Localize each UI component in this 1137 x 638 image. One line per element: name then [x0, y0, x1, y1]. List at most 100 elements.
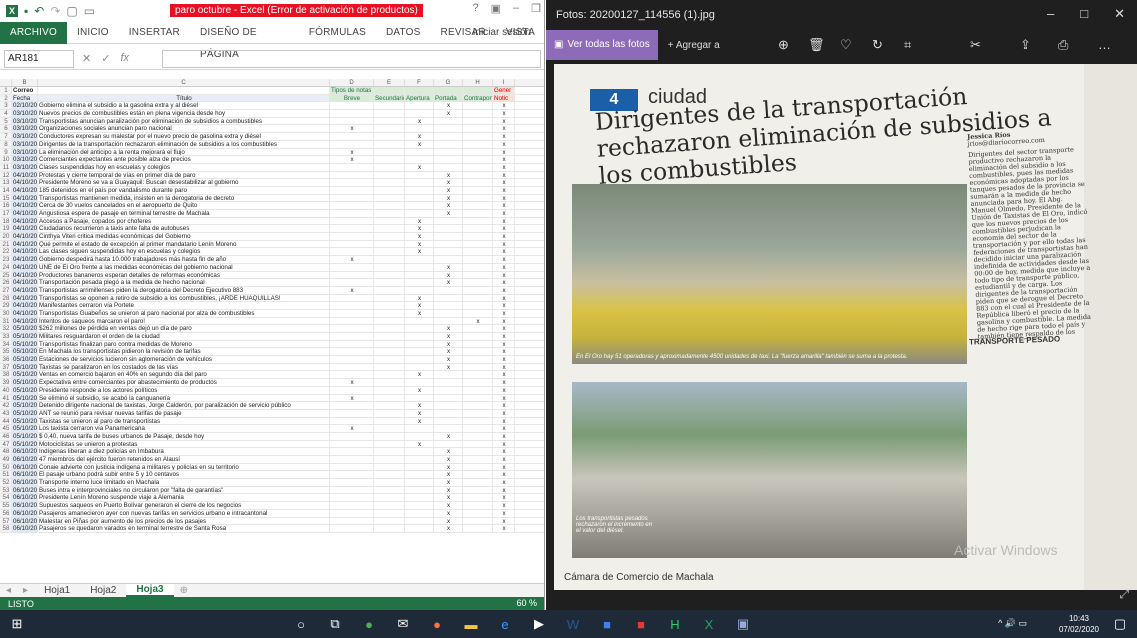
cell[interactable]: x: [405, 233, 434, 240]
cell[interactable]: [463, 509, 493, 517]
row-number[interactable]: 54: [0, 494, 12, 502]
cell[interactable]: x: [493, 302, 515, 309]
cell[interactable]: Ventas en comercio bajaron en 40% en seg…: [38, 371, 330, 379]
cell[interactable]: [374, 233, 405, 240]
cell[interactable]: x: [493, 248, 515, 256]
row-number[interactable]: 42: [0, 402, 12, 409]
cell[interactable]: 06/10/2019: [12, 471, 38, 479]
cell[interactable]: x: [493, 471, 515, 479]
cell[interactable]: x: [493, 409, 515, 417]
cell[interactable]: Pasajeros se quedaron varados en termina…: [38, 525, 330, 532]
cell[interactable]: [330, 448, 374, 455]
cell[interactable]: [463, 386, 493, 394]
cell[interactable]: x: [405, 225, 434, 233]
cell[interactable]: x: [434, 271, 463, 279]
cell[interactable]: [463, 240, 493, 248]
row-number[interactable]: 34: [0, 340, 12, 348]
cell[interactable]: [330, 432, 374, 440]
cell[interactable]: 05/10/2019: [12, 425, 38, 432]
cell[interactable]: [374, 517, 405, 525]
cell[interactable]: 04/10/2019: [12, 210, 38, 217]
cell[interactable]: [463, 479, 493, 486]
cell[interactable]: x: [493, 356, 515, 363]
cell[interactable]: Comerciantes expectantes ante posible al…: [38, 156, 330, 163]
cell[interactable]: Presidente Moreno se va a Guayaquil: Bus…: [38, 179, 330, 186]
cell[interactable]: [330, 502, 374, 509]
row-number[interactable]: 21: [0, 240, 12, 248]
cell[interactable]: [330, 225, 374, 233]
cell[interactable]: 06/10/2019: [12, 479, 38, 486]
cell[interactable]: [405, 286, 434, 294]
cell[interactable]: x: [493, 502, 515, 509]
row-number[interactable]: 50: [0, 463, 12, 471]
cell[interactable]: [405, 356, 434, 363]
cell[interactable]: 47 miembros del ejército fueron retenido…: [38, 456, 330, 463]
cell[interactable]: x: [405, 409, 434, 417]
cell[interactable]: [463, 263, 493, 271]
cell[interactable]: [463, 271, 493, 279]
cell[interactable]: x: [493, 233, 515, 240]
cell[interactable]: [330, 417, 374, 425]
row-number[interactable]: 53: [0, 486, 12, 494]
cell[interactable]: x: [493, 286, 515, 294]
word-icon[interactable]: W: [556, 610, 590, 638]
column-header-b[interactable]: B: [12, 79, 38, 86]
cell[interactable]: [374, 133, 405, 140]
delete-icon[interactable]: 🗑: [808, 37, 825, 53]
cell[interactable]: x: [330, 125, 374, 133]
cell[interactable]: x: [330, 379, 374, 386]
cell[interactable]: [330, 386, 374, 394]
cell[interactable]: [374, 87, 405, 94]
cell[interactable]: [374, 263, 405, 271]
row-number[interactable]: 28: [0, 294, 12, 302]
cell[interactable]: [330, 333, 374, 340]
cell[interactable]: 05/10/2019: [12, 325, 38, 332]
cell[interactable]: [374, 148, 405, 156]
cell[interactable]: 05/10/2019: [12, 394, 38, 402]
name-box[interactable]: AR181: [4, 49, 74, 68]
cell[interactable]: Transportistas Guabeños se unieron al pa…: [38, 309, 330, 317]
cell[interactable]: [330, 440, 374, 448]
cell[interactable]: [374, 394, 405, 402]
row-number[interactable]: 57: [0, 517, 12, 525]
row-number[interactable]: 24: [0, 263, 12, 271]
row-number[interactable]: 48: [0, 448, 12, 455]
cell[interactable]: x: [493, 117, 515, 125]
cell[interactable]: [374, 294, 405, 302]
notifications-icon[interactable]: ▢: [1103, 610, 1137, 638]
cell[interactable]: x: [493, 263, 515, 271]
close-icon[interactable]: ✕: [1114, 6, 1125, 22]
cell[interactable]: Las clases siguen suspendidas hoy en esc…: [38, 248, 330, 256]
cell[interactable]: [330, 171, 374, 179]
cell[interactable]: [374, 256, 405, 263]
cell[interactable]: [330, 279, 374, 286]
cell[interactable]: [434, 394, 463, 402]
cell[interactable]: [374, 225, 405, 233]
cell[interactable]: x: [493, 156, 515, 163]
cell[interactable]: [434, 309, 463, 317]
search-icon[interactable]: ○: [284, 610, 318, 638]
restore-icon[interactable]: ❐: [531, 2, 541, 15]
cell[interactable]: [374, 240, 405, 248]
cell[interactable]: [463, 140, 493, 148]
cell[interactable]: [330, 471, 374, 479]
cell[interactable]: Presidente Lenín Moreno suspende viaje a…: [38, 494, 330, 502]
row-number[interactable]: 18: [0, 217, 12, 225]
cell[interactable]: Taxistas se paralizaron en los costados …: [38, 363, 330, 371]
clock[interactable]: 10:43 07/02/2020: [1059, 613, 1099, 635]
cell[interactable]: [463, 87, 493, 94]
cell[interactable]: x: [493, 102, 515, 110]
cell[interactable]: x: [434, 179, 463, 186]
cell[interactable]: Cerca de 30 vuelos cancelados en el aero…: [38, 202, 330, 209]
chrome-icon[interactable]: ●: [352, 610, 386, 638]
cell[interactable]: [374, 125, 405, 133]
print-icon[interactable]: ⎙: [1058, 37, 1068, 53]
cell[interactable]: Transportistas se oponen a retiro de sub…: [38, 294, 330, 302]
column-header-d[interactable]: D: [330, 79, 374, 86]
cell[interactable]: [330, 102, 374, 110]
cell[interactable]: [434, 386, 463, 394]
cell[interactable]: [434, 409, 463, 417]
cell[interactable]: x: [405, 302, 434, 309]
cell[interactable]: x: [493, 125, 515, 133]
cell[interactable]: [374, 163, 405, 171]
